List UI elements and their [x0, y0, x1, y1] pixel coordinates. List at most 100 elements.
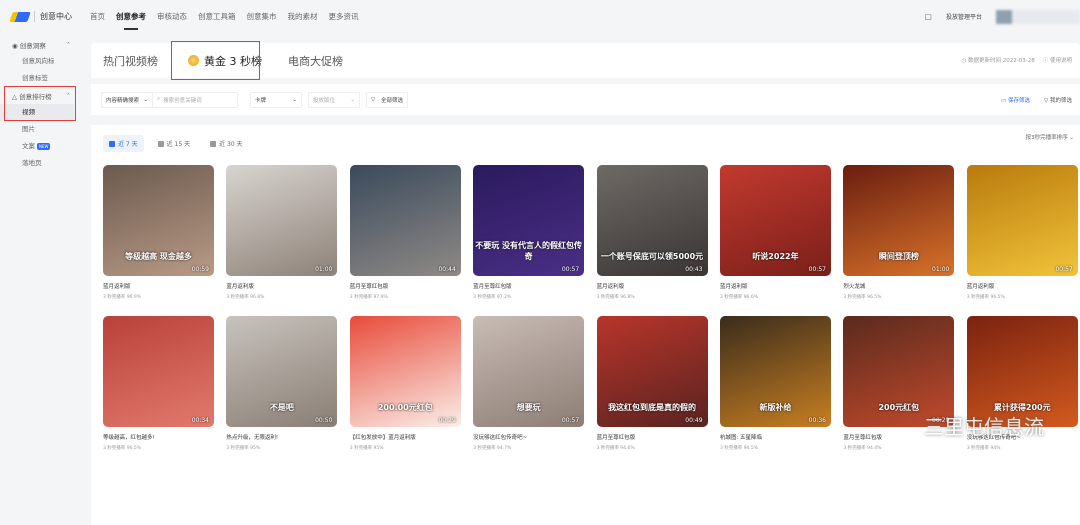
- help-link[interactable]: ⓘ 使用说明: [1043, 56, 1072, 64]
- sidebar-item-image[interactable]: 图片: [0, 121, 80, 138]
- nav-toolbox[interactable]: 创意工具箱: [198, 11, 236, 22]
- nav-creative-reference[interactable]: 创意参考: [116, 11, 146, 30]
- thumbnail-caption: 等级越高 现金越多: [125, 252, 192, 261]
- completion-rate: 3 秒完播率 96.9%: [103, 295, 142, 300]
- video-thumbnail[interactable]: 00:57: [966, 165, 1078, 276]
- video-card[interactable]: 我这红包到底是真的假的 00:49 蓝月至尊红包版 3 秒完播率 94.6%: [596, 316, 708, 451]
- nav-market[interactable]: 创意集市: [247, 11, 277, 22]
- nav-review[interactable]: 审核动态: [157, 11, 187, 22]
- video-title: 蓝月返利版: [596, 284, 625, 290]
- calendar-icon: [109, 140, 115, 147]
- completion-rate: 3 秒完播率 95%: [226, 446, 261, 451]
- sidebar-item-trend[interactable]: 创意风向标: [0, 53, 80, 70]
- video-thumbnail[interactable]: 等级越高 现金越多 00:59: [103, 165, 214, 276]
- video-thumbnail[interactable]: 200.00元红包 00:29: [349, 316, 461, 427]
- video-card[interactable]: 不要玩 没有代言人的假红包传奇 00:57 蓝月至尊红包版 3 秒完播率 97.…: [473, 165, 585, 300]
- completion-rate: 3 秒完播率 94.4%: [843, 446, 882, 451]
- video-thumbnail[interactable]: 00:34: [103, 316, 214, 427]
- completion-rate: 3 秒完播率 96.5%: [103, 446, 142, 451]
- video-duration: 01:00: [315, 266, 333, 273]
- video-card[interactable]: 01:00 蓝月返利版 3 秒完播率 96.8%: [226, 165, 338, 300]
- video-duration: 00:59: [191, 266, 209, 273]
- video-duration: 00:29: [438, 417, 456, 424]
- app-title: 创意中心: [34, 11, 72, 22]
- video-card[interactable]: 不是吧 00:50 热点升级，无限返利! 3 秒完播率 95%: [226, 316, 338, 451]
- main-panel: 热门视频榜 黄金 3 秒榜 电商大促榜 ◷ 数据更新时间 2022-03-28 ⓘ…: [91, 43, 1080, 525]
- sidebar-item-landing[interactable]: 落地页: [0, 155, 80, 172]
- thumbnail-caption: 瞬间登顶榜: [878, 252, 919, 261]
- video-card[interactable]: 新版补给 00:36 杭城图: 五星降临 3 秒完播率 94.5%: [719, 316, 831, 451]
- video-duration: 00:50: [315, 417, 333, 424]
- video-card[interactable]: 00:57 蓝月返利版 3 秒完播率 96.5%: [966, 165, 1078, 300]
- chevron-up-icon: ˄: [66, 40, 70, 49]
- video-duration: 00:44: [438, 266, 456, 273]
- video-thumbnail[interactable]: 我这红包到底是真的假的 00:49: [596, 316, 708, 427]
- sort-select[interactable]: 按3秒完播率排序 ⌄: [1026, 133, 1074, 141]
- video-thumbnail[interactable]: 新版补给 00:36: [719, 316, 831, 427]
- video-duration: 00:57: [561, 417, 580, 424]
- range-15d[interactable]: 近 15 天: [152, 135, 196, 152]
- nav-my-assets[interactable]: 我的素材: [288, 11, 318, 22]
- filter-bar: 内容精确搜索 ⌄ ⌕ 搜索创意关键词 卡牌 ⌄ 投放版位 ⌄ ▽ 全部筛选 ▭ 保存筛选 ▽…: [91, 84, 1080, 115]
- video-title: 【红包发放中】蓝月返利版: [349, 435, 416, 441]
- video-thumbnail[interactable]: 一个账号保底可以领5000元 00:43: [596, 165, 708, 276]
- thumbnail-caption: 听说2022年: [752, 252, 799, 261]
- video-list: 近 7 天 近 15 天 近 30 天 等级越高 现金越多 00:59 蓝月返利…: [91, 125, 1080, 525]
- video-card[interactable]: 瞬间登顶榜 01:00 烈火龙城 3 秒完播率 96.5%: [843, 165, 955, 300]
- ad-platform-link[interactable]: 投放管理平台: [946, 12, 982, 21]
- video-card[interactable]: 200.00元红包 00:29 【红包发放中】蓝月返利版 3 秒完播率 95%: [349, 316, 461, 451]
- video-thumbnail[interactable]: 想要玩 00:57: [473, 316, 585, 427]
- thumbnail-caption: 新版补给: [759, 403, 792, 412]
- video-title: 蓝月返利版: [103, 284, 131, 290]
- video-thumbnail[interactable]: 00:44: [349, 165, 461, 276]
- video-title: 蓝月返利版: [226, 284, 254, 290]
- tab-hot-video[interactable]: 热门视频榜: [103, 53, 158, 69]
- nav-more[interactable]: 更多资讯: [329, 11, 359, 22]
- sidebar-item-tags[interactable]: 创意标签: [0, 70, 80, 87]
- video-thumbnail[interactable]: 听说2022年 00:57: [719, 165, 831, 276]
- placement-select[interactable]: 投放版位 ⌄: [308, 91, 360, 108]
- completion-rate: 3 秒完播率 94.5%: [719, 446, 758, 451]
- completion-rate: 3 秒完播率 96.8%: [596, 295, 635, 300]
- sidebar-group-insight[interactable]: ◉ 创意洞察 ˄: [0, 36, 80, 53]
- video-title: 蓝月返利版: [966, 284, 995, 290]
- content-search-select[interactable]: 内容精确搜索 ⌄: [101, 91, 153, 108]
- card-select[interactable]: 卡牌 ⌄: [250, 91, 302, 108]
- logo-icon: [9, 11, 31, 22]
- video-thumbnail[interactable]: 01:00: [226, 165, 338, 276]
- video-card[interactable]: 00:44 蓝月至尊红包版 3 秒完播率 97.9%: [349, 165, 461, 300]
- video-duration: 00:57: [561, 266, 580, 273]
- filter-icon: ▽: [371, 96, 376, 103]
- range-7d[interactable]: 近 7 天: [103, 135, 144, 152]
- logo[interactable]: 创意中心: [9, 11, 72, 22]
- video-thumbnail[interactable]: 不要玩 没有代言人的假红包传奇 00:57: [473, 165, 585, 276]
- video-title: 蓝月返利版: [719, 284, 748, 290]
- video-thumbnail[interactable]: 瞬间登顶榜 01:00: [843, 165, 955, 276]
- video-duration: 00:57: [808, 266, 826, 273]
- my-filter-button[interactable]: ▽ 我的筛选: [1044, 96, 1072, 104]
- completion-rate: 3 秒完播率 97.9%: [349, 295, 388, 300]
- notebook-icon[interactable]: ▢: [924, 12, 932, 21]
- tab-ecommerce[interactable]: 电商大促榜: [288, 53, 343, 69]
- thumbnail-caption: 想要玩: [516, 403, 541, 412]
- top-bar: 创意中心 首页 创意参考 审核动态 创意工具箱 创意集市 我的素材 更多资讯 ▢…: [0, 0, 1080, 33]
- range-30d[interactable]: 近 30 天: [204, 135, 248, 152]
- video-card[interactable]: 等级越高 现金越多 00:59 蓝月返利版 3 秒完播率 96.9%: [103, 165, 214, 300]
- video-card[interactable]: 一个账号保底可以领5000元 00:43 蓝月返利版 3 秒完播率 96.8%: [596, 165, 708, 300]
- sidebar-item-copy[interactable]: 文案 NEW: [0, 138, 80, 155]
- video-card[interactable]: 听说2022年 00:57 蓝月返利版 3 秒完播率 96.6%: [719, 165, 831, 300]
- calendar-icon: [210, 140, 217, 147]
- search-icon: ⌕: [157, 96, 161, 102]
- highlight-box: [171, 41, 260, 80]
- video-thumbnail[interactable]: 不是吧 00:50: [226, 316, 338, 427]
- video-card[interactable]: 想要玩 00:57 没玩够这红包传奇吧~ 3 秒完播率 94.7%: [473, 316, 585, 451]
- save-filter-button[interactable]: ▭ 保存筛选: [1001, 96, 1030, 104]
- search-input[interactable]: ⌕ 搜索创意关键词: [152, 91, 238, 108]
- user-avatar[interactable]: [996, 9, 1080, 24]
- video-title: 杭城图: 五星降临: [719, 435, 763, 441]
- nav-home[interactable]: 首页: [90, 11, 105, 22]
- video-card[interactable]: 00:34 等级越高，红包越多! 3 秒完播率 96.5%: [103, 316, 214, 451]
- video-title: 等级越高，红包越多!: [103, 435, 155, 441]
- all-filters-button[interactable]: ▽ 全部筛选: [366, 91, 408, 108]
- completion-rate: 3 秒完播率 96.8%: [226, 295, 265, 300]
